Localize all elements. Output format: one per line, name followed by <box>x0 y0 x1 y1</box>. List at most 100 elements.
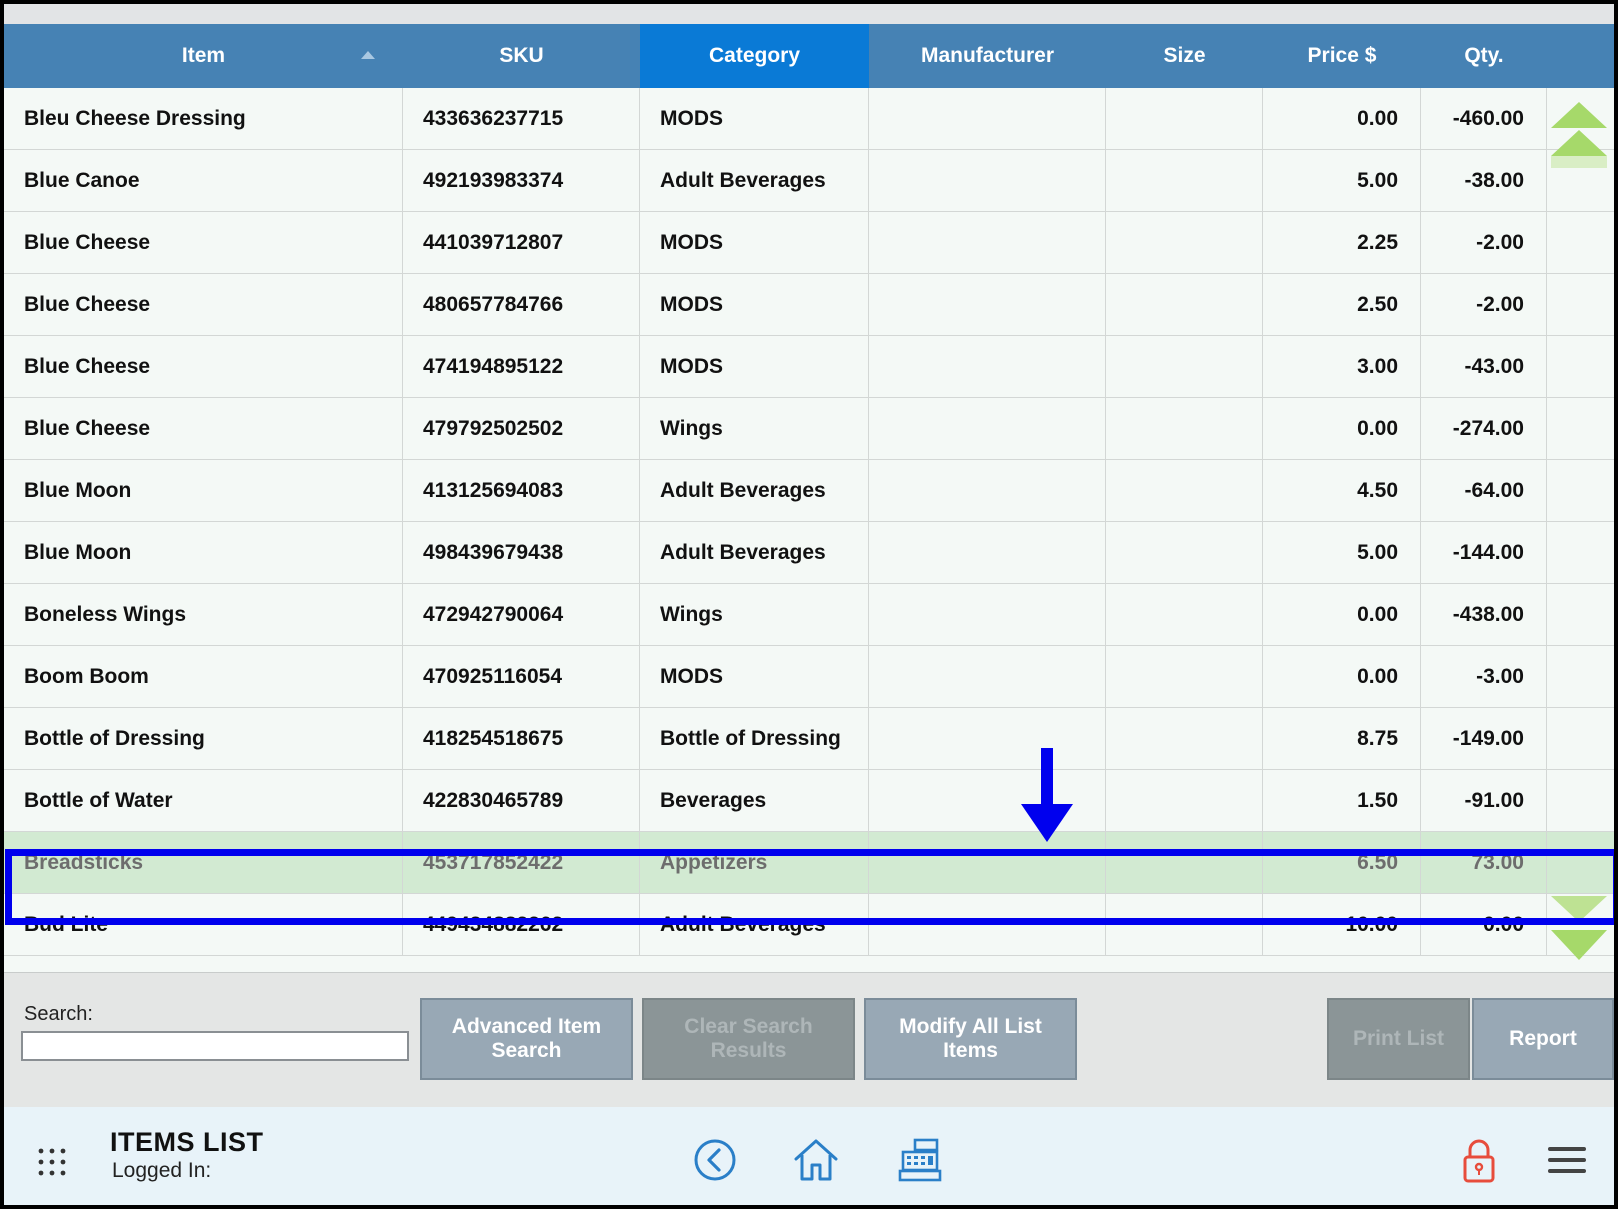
cell-item: Blue Cheese <box>4 274 403 336</box>
table-row[interactable]: Bud Lite 449434882262 Adult Beverages 10.00… <box>4 894 1614 956</box>
cell-sku: 433636237715 <box>403 88 640 150</box>
scroll-gutter <box>1547 646 1614 708</box>
table-row[interactable]: Boom Boom 470925116054 MODS 0.00 -3.00 <box>4 646 1614 708</box>
column-header-size-label: Size <box>1163 44 1206 67</box>
scroll-to-top-icon[interactable] <box>1549 100 1609 172</box>
hamburger-menu-icon[interactable] <box>1544 1137 1590 1183</box>
cell-category: MODS <box>640 212 869 274</box>
table-row[interactable]: Blue Cheese 479792502502 Wings 0.00 -274.00 <box>4 398 1614 460</box>
lock-icon[interactable] <box>1456 1137 1502 1183</box>
bottom-toolbar: Search: Advanced Item Search Clear Searc… <box>4 972 1614 1107</box>
cell-category: Appetizers <box>640 832 869 894</box>
cell-qty: -64.00 <box>1421 460 1547 522</box>
cell-manufacturer <box>869 336 1106 398</box>
cell-qty: -438.00 <box>1421 584 1547 646</box>
cell-category: MODS <box>640 646 869 708</box>
cell-size <box>1106 522 1263 584</box>
clear-search-results-button[interactable]: Clear Search Results <box>642 998 855 1080</box>
cell-price: 0.00 <box>1263 584 1421 646</box>
column-header-manufacturer-label: Manufacturer <box>920 44 1055 67</box>
cell-price: 0.00 <box>1263 398 1421 460</box>
cell-category: Bottle of Dressing <box>640 708 869 770</box>
cell-qty: -460.00 <box>1421 88 1547 150</box>
table-row[interactable]: Bottle of Water 422830465789 Beverages 1.50… <box>4 770 1614 832</box>
column-header-qty[interactable]: Qty. <box>1421 24 1547 88</box>
column-header-price-label: Price $ <box>1307 44 1377 67</box>
table-row[interactable]: Bleu Cheese Dressing 433636237715 MODS 0.00… <box>4 88 1614 150</box>
cell-category: Adult Beverages <box>640 460 869 522</box>
scroll-gutter <box>1547 336 1614 398</box>
cell-item: Bottle of Dressing <box>4 708 403 770</box>
cell-item: Blue Moon <box>4 460 403 522</box>
cell-manufacturer <box>869 398 1106 460</box>
cell-price: 0.00 <box>1263 646 1421 708</box>
advanced-item-search-button[interactable]: Advanced Item Search <box>420 998 633 1080</box>
search-input[interactable] <box>21 1031 409 1061</box>
cell-qty: -149.00 <box>1421 708 1547 770</box>
table-row[interactable]: Boneless Wings 472942790064 Wings 0.00 -438.… <box>4 584 1614 646</box>
column-header-price[interactable]: Price $ <box>1263 24 1421 88</box>
cell-item: Breadsticks <box>4 832 403 894</box>
arrow-down-icon <box>1021 748 1073 842</box>
cell-qty: -2.00 <box>1421 212 1547 274</box>
column-header-manufacturer[interactable]: Manufacturer <box>869 24 1106 88</box>
column-header-size[interactable]: Size <box>1106 24 1263 88</box>
cash-register-icon[interactable] <box>897 1137 943 1183</box>
scroll-gutter <box>1547 460 1614 522</box>
cell-sku: 413125694083 <box>403 460 640 522</box>
table-row[interactable]: Bottle of Dressing 418254518675 Bottle of … <box>4 708 1614 770</box>
cell-item: Bud Lite <box>4 894 403 956</box>
print-list-button[interactable]: Print List <box>1327 998 1470 1080</box>
print-list-label: Print List <box>1352 1027 1444 1050</box>
cell-manufacturer <box>869 88 1106 150</box>
table-row[interactable]: Blue Canoe 492193983374 Adult Beverages 5.0… <box>4 150 1614 212</box>
footer-nav-bar: ITEMS LIST Logged In: <box>4 1107 1614 1205</box>
cell-price: 2.25 <box>1263 212 1421 274</box>
cell-sku: 472942790064 <box>403 584 640 646</box>
report-button[interactable]: Report <box>1472 998 1614 1080</box>
modify-all-list-items-button[interactable]: Modify All List Items <box>864 998 1077 1080</box>
modify-all-list-items-label: Modify All List Items <box>899 1015 1042 1062</box>
table-row[interactable]: Blue Moon 413125694083 Adult Beverages 4.50… <box>4 460 1614 522</box>
scroll-to-bottom-icon[interactable] <box>1549 890 1609 962</box>
cell-size <box>1106 274 1263 336</box>
table-row-selected[interactable]: Breadsticks 453717852422 Appetizers 6.50 73.… <box>4 832 1614 894</box>
cell-size <box>1106 708 1263 770</box>
cell-qty: -3.00 <box>1421 646 1547 708</box>
table-row[interactable]: Blue Cheese 474194895122 MODS 3.00 -43.00 <box>4 336 1614 398</box>
cell-sku: 422830465789 <box>403 770 640 832</box>
cell-item: Boneless Wings <box>4 584 403 646</box>
scroll-gutter <box>1547 832 1614 894</box>
column-header-sku[interactable]: SKU <box>403 24 640 88</box>
cell-item: Boom Boom <box>4 646 403 708</box>
report-label: Report <box>1509 1027 1577 1050</box>
home-icon[interactable] <box>793 1137 839 1183</box>
column-header-item[interactable]: Item <box>4 24 403 88</box>
cell-sku: 441039712807 <box>403 212 640 274</box>
scroll-gutter <box>1547 274 1614 336</box>
cell-manufacturer <box>869 522 1106 584</box>
cell-sku: 479792502502 <box>403 398 640 460</box>
back-icon[interactable] <box>692 1137 738 1183</box>
top-strip <box>4 4 1614 24</box>
table-header: Item SKU Category Manufacturer Size Pric… <box>4 24 1614 88</box>
cell-size <box>1106 336 1263 398</box>
cell-qty: -91.00 <box>1421 770 1547 832</box>
table-row[interactable]: Blue Moon 498439679438 Adult Beverages 5.00… <box>4 522 1614 584</box>
column-header-scroll-spacer <box>1547 24 1614 88</box>
column-header-category[interactable]: Category <box>640 24 869 88</box>
cell-manufacturer <box>869 212 1106 274</box>
cell-category: MODS <box>640 88 869 150</box>
scroll-gutter <box>1547 584 1614 646</box>
table-row[interactable]: Blue Cheese 480657784766 MODS 2.50 -2.00 <box>4 274 1614 336</box>
cell-size <box>1106 832 1263 894</box>
cell-sku: 470925116054 <box>403 646 640 708</box>
apps-grid-icon[interactable] <box>37 1147 67 1177</box>
table-row[interactable]: Blue Cheese 441039712807 MODS 2.25 -2.00 <box>4 212 1614 274</box>
column-header-sku-label: SKU <box>499 44 544 67</box>
cell-sku: 474194895122 <box>403 336 640 398</box>
cell-category: Adult Beverages <box>640 522 869 584</box>
cell-price: 4.50 <box>1263 460 1421 522</box>
cell-qty: -2.00 <box>1421 274 1547 336</box>
cell-item: Blue Cheese <box>4 336 403 398</box>
